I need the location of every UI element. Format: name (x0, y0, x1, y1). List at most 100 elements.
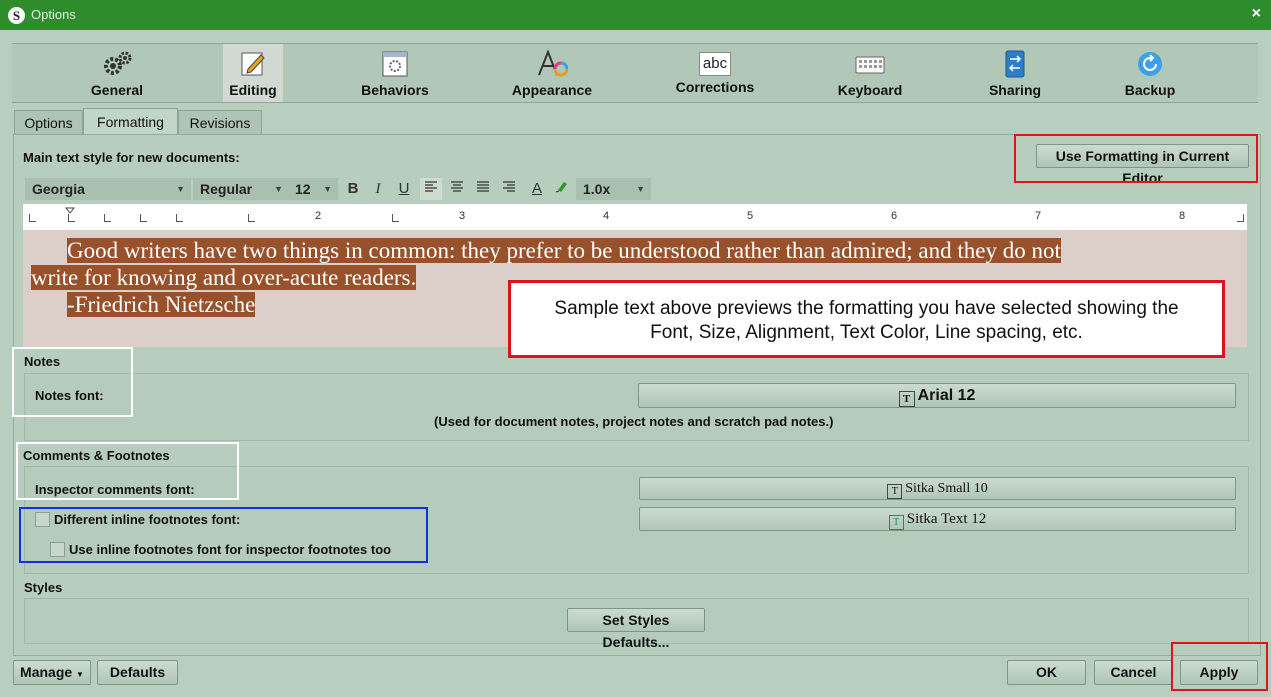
font-family-select[interactable]: Georgia ▼ (25, 178, 191, 200)
bold-button[interactable]: B (342, 178, 364, 200)
chevron-down-icon: ▼ (323, 184, 332, 194)
ruler-number: 6 (891, 210, 898, 222)
toolbar-corrections-label: Corrections (675, 79, 755, 95)
right-margin-marker-icon[interactable] (1237, 214, 1244, 222)
line-spacing-select[interactable]: 1.0x ▼ (576, 178, 651, 200)
tab-formatting[interactable]: Formatting (83, 108, 178, 136)
align-center-icon (451, 181, 463, 192)
highlight-comments (16, 442, 239, 500)
ruler-tick (176, 214, 183, 222)
set-styles-defaults-button[interactable]: Set Styles Defaults... (567, 608, 705, 650)
align-justify-icon (477, 181, 489, 192)
ruler-number: 3 (459, 210, 466, 222)
highlight-footnotes (19, 507, 428, 563)
styles-heading: Styles (24, 580, 63, 595)
toolbar-appearance[interactable]: Appearance (502, 44, 602, 102)
backup-icon (1138, 52, 1162, 76)
chevron-down-icon: ▼ (636, 184, 645, 194)
abc-icon: abc (699, 52, 731, 76)
toolbar-appearance-label: Appearance (511, 82, 593, 98)
ruler[interactable]: 2 3 4 5 6 7 8 (23, 204, 1247, 231)
format-toolbar: Georgia ▼ Regular ▼ 12 ▼ B I U A 1.0x ▼ (23, 176, 653, 202)
toolbar-keyboard[interactable]: Keyboard (825, 44, 915, 102)
inline-footnotes-font-value: Sitka Text 12 (906, 511, 987, 527)
toolbar-corrections[interactable]: abc Corrections (665, 44, 765, 102)
inspector-comments-font-value: Sitka Small 10 (905, 481, 988, 496)
ok-button[interactable]: OK (1007, 660, 1086, 685)
highlighter-icon (555, 182, 567, 193)
close-icon[interactable]: × (1252, 5, 1261, 23)
ruler-number: 4 (603, 210, 610, 222)
edit-icon (241, 52, 265, 76)
align-left-icon (425, 181, 437, 192)
text-color-button[interactable]: A (526, 178, 548, 200)
font-icon: T (898, 391, 915, 407)
font-size-value: 12 (295, 181, 311, 197)
toolbar-backup[interactable]: Backup (1105, 44, 1195, 102)
toolbar-editing-label: Editing (229, 82, 277, 98)
behaviors-icon (382, 51, 408, 77)
manage-label: Manage (20, 664, 73, 680)
align-justify-button[interactable] (472, 178, 494, 200)
toolbar-general-label: General (90, 82, 144, 98)
ruler-tick (29, 214, 36, 222)
toolbar-general[interactable]: General (72, 44, 162, 102)
chevron-down-icon: ▼ (274, 184, 283, 194)
align-center-button[interactable] (446, 178, 468, 200)
ruler-number: 5 (747, 210, 754, 222)
ruler-tick (248, 214, 255, 222)
highlight-use-formatting (1014, 134, 1258, 183)
toolbar-behaviors[interactable]: Behaviors (350, 44, 440, 102)
toolbar-backup-label: Backup (1124, 82, 1176, 98)
font-style-select[interactable]: Regular ▼ (193, 178, 289, 200)
font-icon: T (887, 484, 903, 499)
preview-line-3-text: -Friedrich Nietzsche (67, 292, 256, 317)
notes-hint: (Used for document notes, project notes … (434, 414, 834, 429)
toolbar-behaviors-label: Behaviors (361, 82, 429, 98)
manage-button[interactable]: Manage ▼ (13, 660, 91, 685)
font-family-value: Georgia (32, 181, 85, 197)
highlight-notes (12, 347, 133, 417)
ruler-tick (392, 214, 399, 222)
notes-font-value: Arial 12 (917, 387, 976, 404)
defaults-button[interactable]: Defaults (97, 660, 178, 685)
toolbar-editing[interactable]: Editing (223, 44, 283, 102)
notes-font-button[interactable]: T Arial 12 (638, 383, 1236, 408)
chevron-down-icon: ▼ (76, 670, 84, 679)
title-bar: S Options × (0, 0, 1271, 30)
preview-line-2: write for knowing and over-acute readers… (31, 265, 417, 291)
ruler-number: 7 (1035, 210, 1042, 222)
tab-options[interactable]: Options (14, 110, 83, 135)
cancel-button[interactable]: Cancel (1094, 660, 1173, 685)
preferences-toolbar: General Editing Behaviors Appearance abc… (12, 43, 1258, 103)
annotation-line-1: Sample text above previews the formattin… (554, 298, 1179, 319)
chevron-down-icon: ▼ (176, 184, 185, 194)
highlight-apply (1171, 642, 1268, 691)
inline-footnotes-font-button[interactable]: T Sitka Text 12 (639, 507, 1236, 531)
inspector-comments-font-button[interactable]: T Sitka Small 10 (639, 477, 1236, 500)
ruler-number: 2 (315, 210, 322, 222)
annotation-callout: Sample text above previews the formattin… (508, 280, 1225, 358)
font-size-select[interactable]: 12 ▼ (288, 178, 338, 200)
align-right-button[interactable] (498, 178, 520, 200)
indent-marker-icon[interactable] (64, 207, 76, 214)
toolbar-sharing[interactable]: Sharing (970, 44, 1060, 102)
underline-button[interactable]: U (393, 178, 415, 200)
preview-line-1: Good writers have two things in common: … (67, 238, 1061, 264)
app-icon: S (8, 7, 25, 24)
ruler-number: 8 (1179, 210, 1186, 222)
tab-revisions[interactable]: Revisions (178, 110, 262, 135)
sharing-icon (1005, 50, 1025, 78)
italic-button[interactable]: I (367, 178, 389, 200)
ruler-tick (68, 214, 75, 222)
main-style-label: Main text style for new documents: (23, 150, 240, 165)
toolbar-sharing-label: Sharing (988, 82, 1042, 98)
appearance-icon (538, 49, 568, 77)
align-left-button[interactable] (420, 178, 442, 200)
align-right-icon (503, 181, 515, 192)
preview-line-2-text: write for knowing and over-acute readers… (31, 265, 417, 290)
toolbar-keyboard-label: Keyboard (837, 82, 903, 98)
highlight-button[interactable] (551, 178, 573, 200)
options-window: S Options × General Editing Behaviors Ap… (0, 0, 1271, 697)
gears-icon (104, 51, 132, 75)
